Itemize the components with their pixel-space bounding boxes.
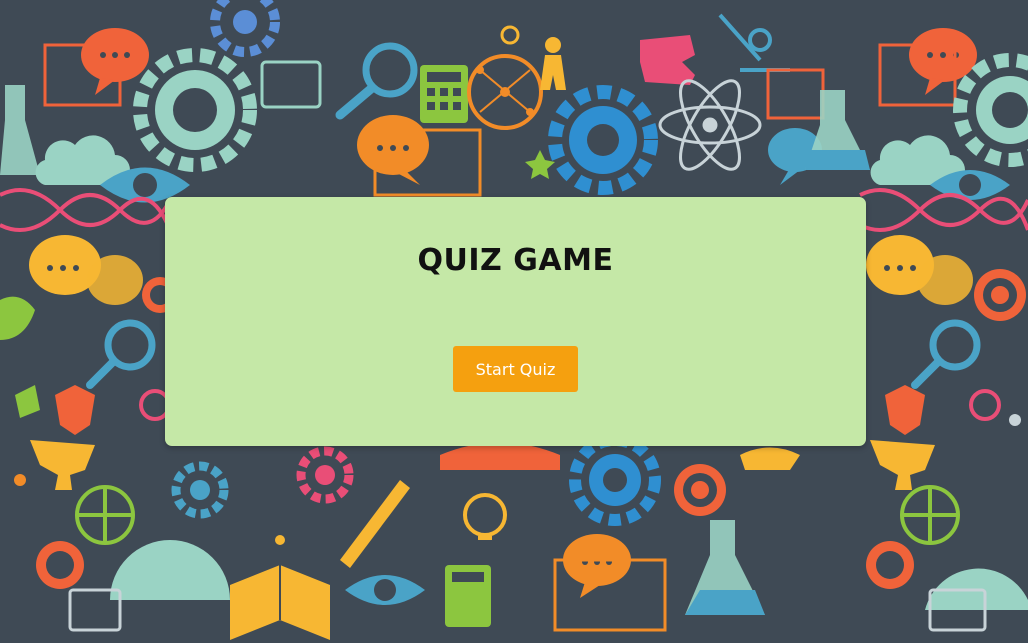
target-icon bbox=[866, 541, 914, 589]
calculator-icon bbox=[445, 565, 491, 627]
target-icon bbox=[674, 464, 726, 516]
quiz-title: QUIZ GAME bbox=[417, 243, 614, 278]
wheel-icon bbox=[75, 485, 135, 545]
target-icon bbox=[36, 541, 84, 589]
calculator-icon bbox=[420, 65, 468, 123]
wheel-icon bbox=[900, 485, 960, 545]
quiz-card: QUIZ GAME Start Quiz bbox=[165, 197, 866, 446]
target-icon bbox=[974, 269, 1026, 321]
start-quiz-button[interactable]: Start Quiz bbox=[453, 346, 578, 392]
